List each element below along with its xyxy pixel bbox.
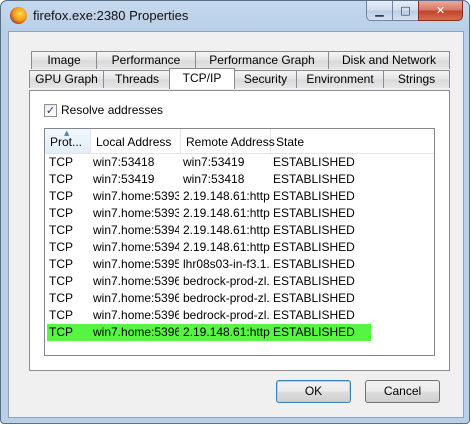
resolve-addresses-checkbox[interactable]: ✓ xyxy=(44,103,57,117)
window-title: firefox.exe:2380 Properties xyxy=(33,8,189,23)
cell-protocol: TCP xyxy=(49,325,73,339)
cell-protocol: TCP xyxy=(49,308,73,322)
cell-remote-address: 2.19.148.61:http xyxy=(183,189,270,203)
tab-environment[interactable]: Environment xyxy=(296,70,384,88)
cell-remote-address: 2.19.148.61:http xyxy=(183,206,270,220)
connections-list[interactable]: ▲ Prot... Local Address Remote Address S… xyxy=(44,128,435,356)
cell-state: ESTABLISHED xyxy=(273,325,355,339)
cell-local-address: win7:53419 xyxy=(93,172,155,186)
cell-protocol: TCP xyxy=(49,223,73,237)
tab-image[interactable]: Image xyxy=(31,51,97,69)
cell-local-address: win7.home:53947 xyxy=(93,240,179,254)
cell-state: ESTABLISHED xyxy=(273,240,355,254)
table-row[interactable]: TCP win7.home:53967 bedrock-prod-zl... ESTA… xyxy=(47,290,371,307)
cell-state: ESTABLISHED xyxy=(273,206,355,220)
properties-window: firefox.exe:2380 Properties ▁ □ ✕ Image … xyxy=(0,0,470,424)
cell-protocol: TCP xyxy=(49,274,73,288)
column-header-local-address[interactable]: Local Address xyxy=(91,129,181,153)
cell-state: ESTABLISHED xyxy=(273,291,355,305)
cell-protocol: TCP xyxy=(49,206,73,220)
resolve-addresses-label: Resolve addresses xyxy=(61,103,164,117)
cell-protocol: TCP xyxy=(49,172,73,186)
minimize-button[interactable]: ▁ xyxy=(366,1,392,21)
tab-threads[interactable]: Threads xyxy=(103,70,171,88)
cell-remote-address: 2.19.148.61:http xyxy=(183,240,270,254)
cell-local-address: win7.home:53955 xyxy=(93,257,179,271)
cell-local-address: win7.home:53967 xyxy=(93,291,179,305)
checkmark-icon: ✓ xyxy=(45,103,56,117)
cell-state: ESTABLISHED xyxy=(273,189,355,203)
table-row[interactable]: TCP win7.home:53938 2.19.148.61:http ESTABL… xyxy=(47,205,371,222)
close-button[interactable]: ✕ xyxy=(418,1,463,21)
list-header: ▲ Prot... Local Address Remote Address S… xyxy=(45,129,434,154)
dialog-body: Image Performance Performance Graph Disk… xyxy=(8,31,464,418)
cell-state: ESTABLISHED xyxy=(273,308,355,322)
column-header-protocol-label: Prot... xyxy=(50,135,83,149)
maximize-button[interactable]: □ xyxy=(392,1,418,21)
cell-remote-address: 2.19.148.61:http xyxy=(183,325,270,339)
cell-remote-address: 2.19.148.61:http xyxy=(183,223,270,237)
cell-local-address: win7.home:53966 xyxy=(93,274,179,288)
table-row-highlighted[interactable]: TCP win7.home:53969 2.19.148.61:http ESTABL… xyxy=(47,324,371,341)
tab-tcp-ip[interactable]: TCP/IP xyxy=(169,68,235,89)
cell-state: ESTABLISHED xyxy=(273,274,355,288)
cell-remote-address: win7:53419 xyxy=(183,155,245,169)
cell-protocol: TCP xyxy=(49,155,73,169)
cell-remote-address: bedrock-prod-zl... xyxy=(183,274,271,288)
table-row[interactable]: TCP win7.home:53955 lhr08s03-in-f3.1... EST… xyxy=(47,256,371,273)
cell-local-address: win7.home:53968 xyxy=(93,308,179,322)
cell-remote-address: win7:53418 xyxy=(183,172,245,186)
minimize-icon: ▁ xyxy=(375,4,384,17)
firefox-icon xyxy=(10,7,27,24)
cell-state: ESTABLISHED xyxy=(273,257,355,271)
caption-buttons: ▁ □ ✕ xyxy=(366,1,463,21)
table-row[interactable]: TCP win7.home:53968 bedrock-prod-zl... ESTA… xyxy=(47,307,371,324)
table-row[interactable]: TCP win7.home:53937 2.19.148.61:http ESTABL… xyxy=(47,188,371,205)
cell-remote-address: lhr08s03-in-f3.1... xyxy=(183,257,271,271)
column-header-remote-address[interactable]: Remote Address xyxy=(181,129,275,153)
table-row[interactable]: TCP win7:53419 win7:53418 ESTABLISHED xyxy=(47,171,371,188)
table-row[interactable]: TCP win7.home:53966 bedrock-prod-zl... ESTA… xyxy=(47,273,371,290)
cell-local-address: win7.home:53937 xyxy=(93,189,179,203)
table-row[interactable]: TCP win7.home:53947 2.19.148.61:http ESTABL… xyxy=(47,239,371,256)
cell-local-address: win7.home:53938 xyxy=(93,206,179,220)
cell-protocol: TCP xyxy=(49,257,73,271)
tab-performance-graph[interactable]: Performance Graph xyxy=(195,51,329,69)
cell-protocol: TCP xyxy=(49,189,73,203)
tcp-ip-panel: ✓ Resolve addresses ▲ Prot... Local Addr… xyxy=(29,90,450,371)
maximize-icon: □ xyxy=(400,4,411,17)
cell-remote-address: bedrock-prod-zl... xyxy=(183,291,271,305)
tab-disk-and-network[interactable]: Disk and Network xyxy=(328,51,450,69)
cell-protocol: TCP xyxy=(49,240,73,254)
close-icon: ✕ xyxy=(435,4,446,17)
cell-state: ESTABLISHED xyxy=(273,172,355,186)
cell-remote-address: bedrock-prod-zl... xyxy=(183,308,271,322)
ok-button[interactable]: OK xyxy=(276,380,351,403)
column-header-protocol[interactable]: ▲ Prot... xyxy=(45,129,91,153)
resolve-addresses-option[interactable]: ✓ Resolve addresses xyxy=(44,103,163,117)
column-header-state[interactable]: State xyxy=(271,129,381,153)
tab-performance[interactable]: Performance xyxy=(96,51,196,69)
tab-gpu-graph[interactable]: GPU Graph xyxy=(29,70,104,88)
table-row[interactable]: TCP win7.home:53946 2.19.148.61:http ESTABL… xyxy=(47,222,371,239)
tab-security[interactable]: Security xyxy=(234,70,297,88)
cell-local-address: win7.home:53969 xyxy=(93,325,179,339)
table-row[interactable]: TCP win7:53418 win7:53419 ESTABLISHED xyxy=(47,154,371,171)
title-bar[interactable]: firefox.exe:2380 Properties ▁ □ ✕ xyxy=(1,1,469,31)
tab-strings[interactable]: Strings xyxy=(383,70,450,88)
sort-ascending-icon: ▲ xyxy=(64,129,70,137)
cell-state: ESTABLISHED xyxy=(273,155,355,169)
cell-local-address: win7.home:53946 xyxy=(93,223,179,237)
cell-local-address: win7:53418 xyxy=(93,155,155,169)
cell-protocol: TCP xyxy=(49,291,73,305)
cancel-button[interactable]: Cancel xyxy=(365,380,440,403)
cell-state: ESTABLISHED xyxy=(273,223,355,237)
